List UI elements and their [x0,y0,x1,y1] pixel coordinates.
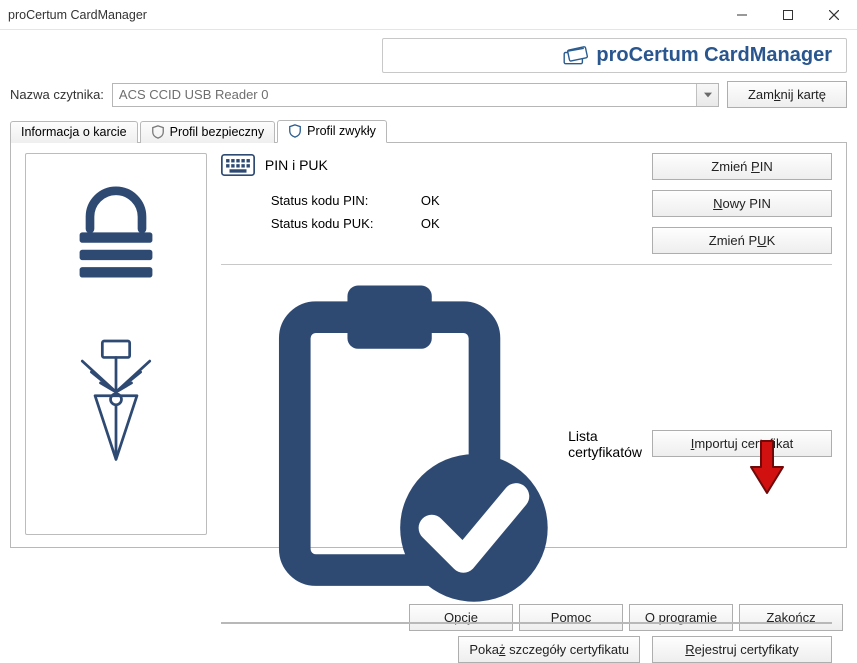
col-owner[interactable]: Właściciel certyfikatu [222,623,452,624]
clipboard-check-icon [221,275,558,612]
reader-label: Nazwa czytnika: [10,87,104,102]
puk-status-label: Status kodu PUK: [271,216,421,231]
left-illustration-column [25,153,207,535]
brand-text: proCertum CardManager [596,44,832,67]
card-swipe-icon [560,45,588,67]
close-card-button[interactable]: Zamknij kartę [727,81,847,108]
reader-combo[interactable]: ACS CCID USB Reader 0 [112,83,719,107]
maximize-button[interactable] [765,0,811,30]
pin-status-value: OK [421,193,471,208]
cert-head-row: Lista certyfikatów Importuj certyfikat [221,275,832,612]
cert-section-title: Lista certyfikatów [568,428,642,460]
pin-status-grid: Status kodu PIN: OK Status kodu PUK: OK [221,193,628,231]
puk-status-value: OK [421,216,471,231]
register-certs-button[interactable]: Rejestruj certyfikaty [652,636,832,663]
minimize-button[interactable] [719,0,765,30]
tab-card-info[interactable]: Informacja o karcie [10,121,138,143]
cert-actions: Pokaż szczegóły certyfikatu Rejestruj ce… [221,636,832,663]
new-pin-button[interactable]: Nowy PIN [652,190,832,217]
window-title: proCertum CardManager [8,8,147,22]
tab-page-common: PIN i PUK Status kodu PIN: OK Status kod… [10,142,847,548]
col-validity[interactable]: Data ważności [682,623,831,624]
pin-block: PIN i PUK Status kodu PIN: OK Status kod… [221,153,832,254]
reader-combo-value: ACS CCID USB Reader 0 [113,84,696,106]
pen-nib-icon [75,338,157,468]
cert-table[interactable]: Właściciel certyfikatu Wystawca certyfik… [221,622,832,624]
tabstrip: Informacja o karcie Profil bezpieczny Pr… [10,118,847,142]
lock-icon [64,180,168,290]
tabs: Informacja o karcie Profil bezpieczny Pr… [10,118,847,588]
shield-icon [151,125,165,139]
chevron-down-icon[interactable] [696,84,718,106]
reader-row: Nazwa czytnika: ACS CCID USB Reader 0 Za… [10,81,847,108]
pin-buttons: Zmień PIN Nowy PIN Zmień PUK [652,153,832,254]
brand-panel: proCertum CardManager [382,38,847,73]
change-puk-button[interactable]: Zmień PUK [652,227,832,254]
profile-right-column: PIN i PUK Status kodu PIN: OK Status kod… [221,153,832,535]
pin-status-label: Status kodu PIN: [271,193,421,208]
import-cert-button[interactable]: Importuj certyfikat [652,430,832,457]
pin-section-head: PIN i PUK [221,153,628,177]
tab-label: Informacja o karcie [21,125,127,139]
cert-details-button[interactable]: Pokaż szczegóły certyfikatu [458,636,640,663]
title-bar: proCertum CardManager [0,0,857,30]
tab-label: Profil zwykły [307,124,376,138]
close-button[interactable] [811,0,857,30]
tab-common-profile[interactable]: Profil zwykły [277,120,387,143]
col-issuer[interactable]: Wystawca certyfikatu [452,623,682,624]
tab-label: Profil bezpieczny [170,125,265,139]
cert-table-header: Właściciel certyfikatu Wystawca certyfik… [222,623,831,624]
tab-secure-profile[interactable]: Profil bezpieczny [140,121,276,143]
keyboard-icon [221,153,255,177]
pin-section-title: PIN i PUK [265,157,328,173]
shield-icon [288,124,302,138]
change-pin-button[interactable]: Zmień PIN [652,153,832,180]
